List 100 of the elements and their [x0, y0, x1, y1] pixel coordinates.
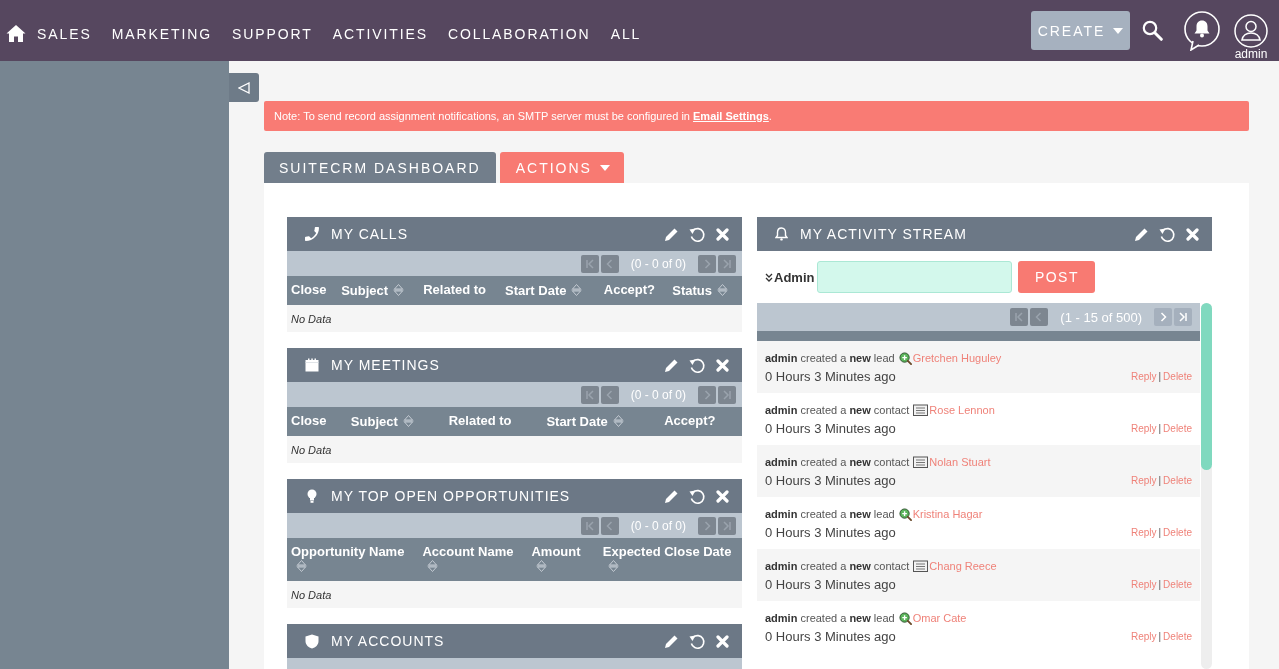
search-icon[interactable] — [1142, 20, 1163, 41]
reply-link[interactable]: Reply — [1130, 579, 1157, 590]
chevron-left-icon — [604, 258, 615, 269]
magnifier-plus-icon — [898, 611, 912, 625]
nav-menu-item[interactable]: ALL — [610, 25, 642, 42]
reply-link[interactable]: Reply — [1130, 527, 1157, 538]
magnifier-plus-icon — [898, 351, 912, 365]
pencil-icon[interactable] — [664, 226, 679, 242]
pagination-range: (0 - 0 of 0) — [630, 518, 686, 533]
column-header[interactable]: Opportunity Name — [287, 538, 419, 581]
column-header[interactable]: Status — [668, 276, 742, 305]
nav-menu-item[interactable]: SUPPORT — [231, 25, 313, 42]
dashboard-tab[interactable]: SUITECRM DASHBOARD — [264, 152, 496, 183]
reply-link[interactable]: Reply — [1130, 371, 1157, 382]
column-header: Close — [287, 407, 347, 436]
card-icon — [913, 404, 929, 416]
shield-icon — [305, 633, 319, 649]
pagination-range: (0 - 0 of 0) — [630, 256, 686, 271]
no-data-message: No Data — [287, 436, 742, 463]
chevron-bar-right-icon — [722, 389, 732, 400]
activity-text: admin created a new contact — [765, 559, 910, 573]
nav-menu-item[interactable]: SALES — [37, 25, 92, 42]
bar-chevron-left-icon — [1014, 312, 1025, 322]
pencil-icon[interactable] — [664, 357, 679, 373]
home-icon[interactable] — [6, 24, 26, 43]
dashlet-title: MY MEETINGS — [331, 357, 440, 373]
dashlet-title: MY ACTIVITY STREAM — [800, 226, 967, 242]
reply-link[interactable]: Reply — [1130, 475, 1157, 486]
user-avatar-icon — [1234, 14, 1268, 48]
pencil-icon[interactable] — [664, 633, 679, 649]
activity-text: admin created a new lead — [765, 351, 895, 365]
separator: | — [1158, 631, 1162, 642]
email-settings-link[interactable]: Email Settings — [693, 110, 769, 122]
close-icon[interactable] — [716, 358, 729, 372]
separator: | — [1158, 371, 1162, 382]
column-header: Accept? — [599, 276, 669, 305]
sort-icon — [612, 414, 624, 428]
card-icon — [913, 560, 929, 572]
activity-text: admin created a new contact — [765, 455, 910, 469]
delete-link[interactable]: Delete — [1163, 527, 1192, 538]
sidebar-toggle-button[interactable] — [229, 73, 259, 102]
double-chevron-down-icon — [765, 272, 773, 282]
post-input-field[interactable] — [817, 261, 1013, 293]
calendar-icon — [305, 358, 319, 372]
scrollbar-thumb[interactable] — [1201, 303, 1212, 470]
activity-time: 0 Hours 3 Minutes ago — [765, 524, 896, 541]
delete-link[interactable]: Delete — [1163, 475, 1192, 486]
column-header[interactable]: Start Date — [542, 407, 661, 436]
record-link[interactable]: Gretchen Huguley — [912, 351, 1002, 365]
create-button[interactable]: CREATE — [1031, 11, 1130, 50]
pencil-icon[interactable] — [664, 488, 679, 504]
reply-link[interactable]: Reply — [1130, 423, 1157, 434]
close-icon[interactable] — [716, 227, 729, 241]
chevron-right-icon — [702, 520, 712, 531]
record-link[interactable]: Kristina Hagar — [912, 507, 983, 521]
close-icon[interactable] — [716, 634, 729, 648]
post-button[interactable]: POST — [1018, 261, 1096, 293]
refresh-icon[interactable] — [689, 225, 706, 243]
refresh-icon[interactable] — [689, 356, 706, 374]
pagination-range: (0 - 0 of 0) — [630, 387, 686, 402]
record-link[interactable]: Nolan Stuart — [929, 455, 991, 469]
refresh-icon[interactable] — [1159, 225, 1176, 243]
column-header[interactable]: Start Date — [501, 276, 600, 305]
actions-menu-button[interactable]: ACTIONS — [499, 152, 624, 183]
no-data-message: No Data — [287, 305, 742, 332]
next-page-button[interactable] — [1154, 308, 1172, 326]
chevron-bar-right-icon — [722, 258, 732, 269]
bar-chevron-left-icon — [584, 520, 595, 531]
last-page-button[interactable] — [1174, 308, 1192, 326]
nav-menu-item[interactable]: MARKETING — [111, 25, 212, 42]
notice-text: Note: To send record assignment notifications, an SMTP server must be configured in Email Settings. — [274, 110, 772, 122]
delete-link[interactable]: Delete — [1163, 371, 1192, 382]
column-header: Close — [287, 276, 338, 305]
pencil-icon[interactable] — [1134, 226, 1149, 242]
delete-link[interactable]: Delete — [1163, 579, 1192, 590]
nav-menu-item[interactable]: COLLABORATION — [447, 25, 591, 42]
sort-icon — [536, 559, 548, 573]
delete-link[interactable]: Delete — [1163, 423, 1192, 434]
caret-icon — [599, 164, 610, 171]
refresh-icon[interactable] — [689, 632, 706, 650]
record-link[interactable]: Omar Cate — [912, 611, 967, 625]
user-selector[interactable]: Admin — [765, 269, 815, 285]
record-link[interactable]: Rose Lennon — [929, 403, 995, 417]
close-icon[interactable] — [1186, 227, 1199, 241]
scrollbar-track[interactable] — [1201, 303, 1212, 669]
close-icon[interactable] — [716, 489, 729, 503]
reply-link[interactable]: Reply — [1130, 631, 1157, 642]
delete-link[interactable]: Delete — [1163, 631, 1192, 642]
refresh-icon[interactable] — [689, 487, 706, 505]
chevron-left-icon — [604, 389, 615, 400]
column-header[interactable]: Amount — [527, 538, 599, 581]
user-menu-button[interactable]: admin — [1234, 14, 1268, 60]
record-link[interactable]: Chang Reece — [929, 559, 997, 573]
column-header[interactable]: Expected Close Date — [598, 538, 742, 581]
column-header[interactable]: Subject — [337, 276, 420, 305]
activity-time: 0 Hours 3 Minutes ago — [765, 472, 896, 489]
column-header[interactable]: Subject — [346, 407, 445, 436]
nav-menu-item[interactable]: ACTIVITIES — [332, 25, 428, 42]
notifications-icon[interactable] — [1183, 11, 1221, 51]
column-header[interactable]: Account Name — [418, 538, 528, 581]
